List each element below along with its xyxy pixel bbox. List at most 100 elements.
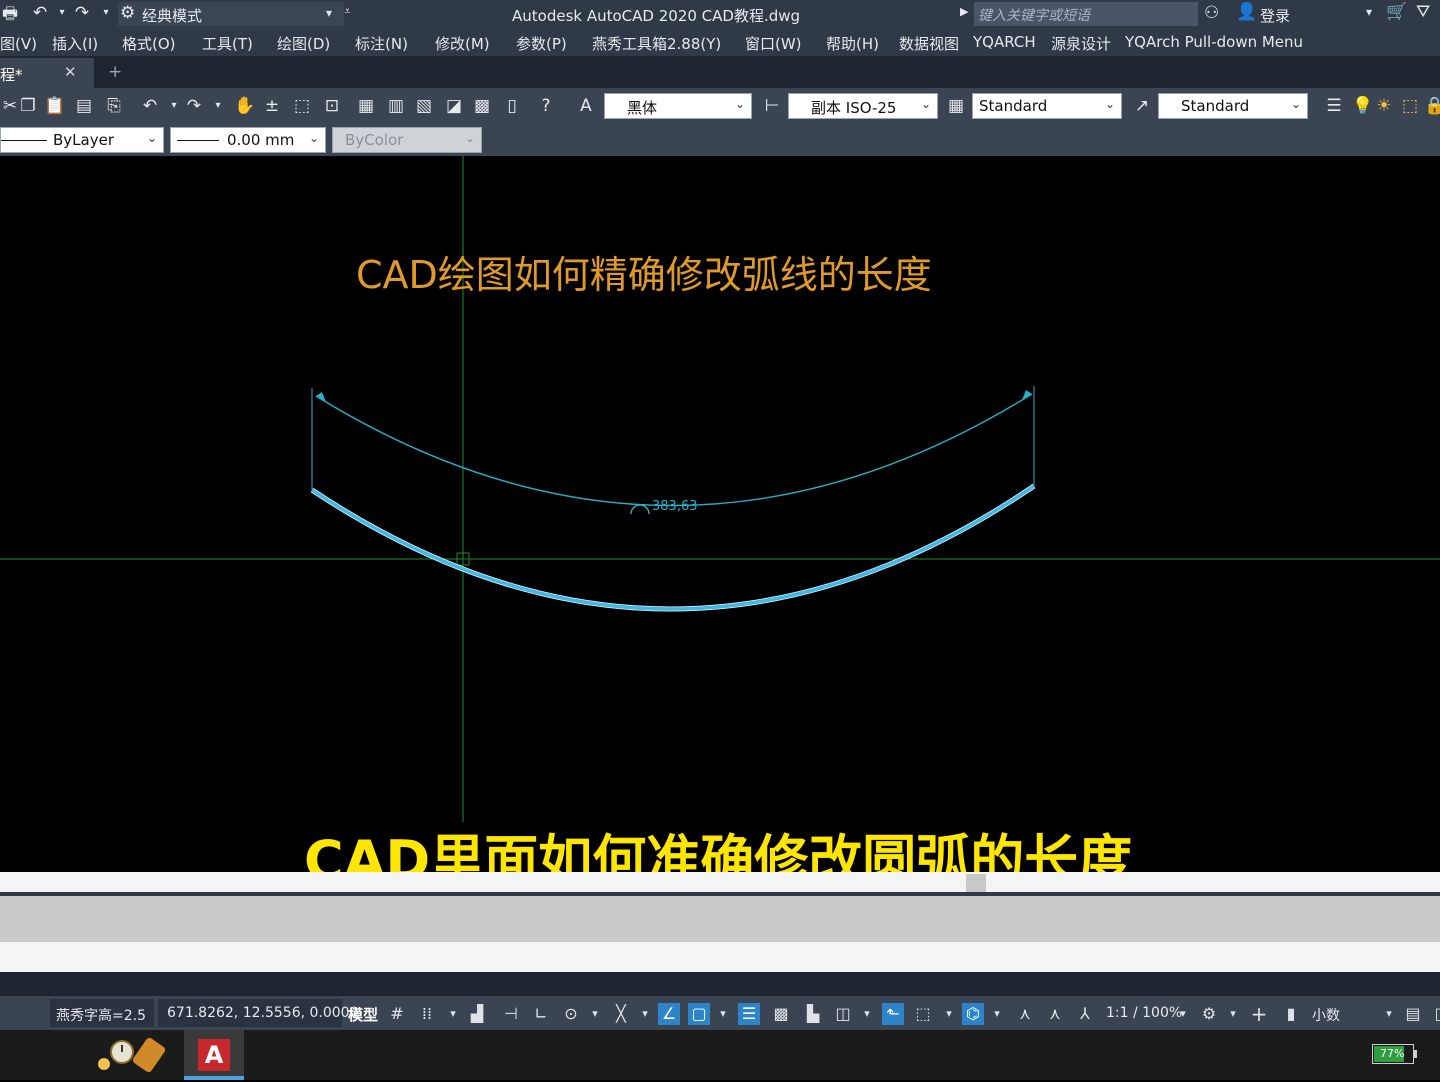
redo-dropdown-icon[interactable]: ▾ (208, 96, 228, 116)
snap-dropdown-icon[interactable]: ▾ (442, 1003, 464, 1025)
dynamic-ucs-icon[interactable]: ⬑ (882, 1003, 904, 1025)
menu-insert[interactable]: 插入(I) (52, 33, 98, 54)
coordinates-display[interactable]: 671.8262, 12.5556, 0.0000 (158, 999, 358, 1027)
lock-icon[interactable]: 🔒 (1424, 96, 1440, 116)
zoom-previous-icon[interactable]: ⊡ (322, 96, 342, 116)
redo-dropdown-icon[interactable]: ▾ (96, 3, 116, 23)
filter-dropdown-icon[interactable]: ▾ (938, 1003, 960, 1025)
osnap-dropdown-icon[interactable]: ▾ (712, 1003, 734, 1025)
annotation-scale-icon[interactable]: ⅄ (1074, 1003, 1096, 1025)
lineweight-toggle-icon[interactable]: ☰ (738, 1003, 760, 1025)
redo-icon[interactable]: ↷ (72, 3, 92, 23)
add-tab-button[interactable]: + (108, 62, 122, 82)
undo-icon[interactable]: ↶ (140, 96, 160, 116)
units-dropdown-icon[interactable]: ▾ (1378, 1003, 1400, 1025)
table-style-icon[interactable]: ▦ (946, 96, 966, 116)
autocad-taskbar-button[interactable]: A (184, 1030, 244, 1080)
help-icon[interactable]: ? (536, 96, 556, 116)
units-icon[interactable]: ▮ (1280, 1003, 1302, 1025)
command-input[interactable] (0, 896, 1440, 942)
3d-osnap-icon[interactable]: ◫ (832, 1003, 854, 1025)
multileader-style-select[interactable]: Standard ⌄ (1158, 93, 1308, 119)
sun-icon[interactable]: ☀ (1374, 96, 1394, 116)
user-icon[interactable]: 👤 (1236, 2, 1257, 22)
object-snap-icon[interactable]: ▢ (688, 1003, 710, 1025)
menu-yuanquan-design[interactable]: 源泉设计 (1051, 33, 1111, 54)
menu-yqarch-pulldown[interactable]: YQArch Pull-down Menu (1125, 33, 1303, 51)
customization-icon[interactable]: ▯ (1428, 1003, 1440, 1025)
menu-format[interactable]: 格式(O) (122, 33, 176, 54)
cleanup-app-icon[interactable] (84, 1034, 178, 1078)
customize-qat-icon[interactable]: ⩡ (344, 4, 351, 19)
selection-filter-icon[interactable]: ⬚ (912, 1003, 934, 1025)
3d-osnap-dropdown-icon[interactable]: ▾ (856, 1003, 878, 1025)
design-center-icon[interactable]: ▥ (386, 96, 406, 116)
auto-scale-icon[interactable]: ⋏ (1044, 1003, 1066, 1025)
annotation-monitor-icon[interactable]: + (1248, 1003, 1270, 1025)
menu-data-view[interactable]: 数据视图 (899, 33, 959, 54)
undo-dropdown-icon[interactable]: ▾ (164, 96, 184, 116)
binoculars-icon[interactable]: ⚇ (1204, 3, 1219, 23)
menu-view[interactable]: 图(V) (0, 33, 37, 54)
gizmo-icon[interactable]: ⌬ (962, 1003, 984, 1025)
dimension-style-icon[interactable]: ⊢ (762, 96, 782, 116)
menu-help[interactable]: 帮助(H) (826, 33, 879, 54)
login-link[interactable]: 登录 (1260, 5, 1290, 26)
calculator-icon[interactable]: ▯ (502, 96, 522, 116)
isodraft-dropdown-icon[interactable]: ▾ (634, 1003, 656, 1025)
snap-icon[interactable]: ⁞⁞ (416, 1003, 438, 1025)
infer-constraints-icon[interactable]: ▟ (466, 1003, 488, 1025)
scroll-thumb[interactable] (966, 874, 986, 892)
gizmo-dropdown-icon[interactable]: ▾ (986, 1003, 1008, 1025)
cart-icon[interactable]: 🛒 (1386, 2, 1407, 22)
quick-properties-icon[interactable]: ▤ (1402, 1003, 1424, 1025)
undo-dropdown-icon[interactable]: ▾ (52, 3, 72, 23)
scale-dropdown-icon[interactable]: ▾ (1172, 1003, 1194, 1025)
sheet-set-icon[interactable]: ◪ (444, 96, 464, 116)
tab-drawing[interactable]: 程* ✕ (0, 58, 94, 88)
dynamic-input-icon[interactable]: ⊣ (500, 1003, 522, 1025)
drawing-canvas[interactable]: 383,63 CAD绘图如何精确修改弧线的长度 CAD里面如何准确修改圆弧的长度 (0, 156, 1440, 892)
polar-tracking-icon[interactable]: ⊙ (560, 1003, 582, 1025)
undo-icon[interactable]: ↶ (30, 3, 50, 23)
selection-cycling-icon[interactable]: ▙ (802, 1003, 824, 1025)
paste-icon[interactable]: 📋 (44, 96, 65, 116)
text-height-field[interactable]: 燕秀字高=2.5 (50, 999, 154, 1027)
grid-icon[interactable]: # (386, 1003, 408, 1025)
zoom-realtime-icon[interactable]: ± (262, 96, 282, 116)
login-dropdown-icon[interactable]: ▾ (1366, 5, 1372, 19)
text-style-icon[interactable]: A (576, 96, 596, 116)
dimension-style-select[interactable]: 副本 ISO-25 ⌄ (788, 93, 938, 119)
annotation-visibility-icon[interactable]: ⋏ (1014, 1003, 1036, 1025)
menu-tools[interactable]: 工具(T) (202, 33, 253, 54)
cut-icon[interactable]: ✂ (0, 96, 20, 116)
caret-right-icon[interactable]: ▶ (960, 5, 968, 18)
markup-icon[interactable]: ▩ (472, 96, 492, 116)
units-value[interactable]: 小数 (1312, 1005, 1340, 1025)
block-editor-icon[interactable]: ⎘ (104, 96, 124, 116)
table-style-select[interactable]: Standard ⌄ (972, 93, 1122, 119)
object-snap-tracking-icon[interactable]: ∠ (658, 1003, 680, 1025)
battery-icon[interactable]: 77% (1372, 1044, 1414, 1064)
linetype-select[interactable]: ByLayer ⌄ (0, 127, 164, 153)
lineweight-select[interactable]: 0.00 mm ⌄ (170, 127, 326, 153)
match-properties-icon[interactable]: ▤ (74, 96, 94, 116)
menu-modify[interactable]: 修改(M) (435, 33, 490, 54)
polar-dropdown-icon[interactable]: ▾ (584, 1003, 606, 1025)
autodesk-a360-icon[interactable]: ⛛ (1416, 2, 1430, 22)
model-space-toggle[interactable]: 模型 (348, 1004, 378, 1025)
menu-yqarch[interactable]: YQARCH (973, 33, 1036, 51)
copy-icon[interactable]: ❐ (18, 96, 38, 116)
isodraft-icon[interactable]: ╳ (610, 1003, 632, 1025)
lightbulb-icon[interactable]: 💡 (1352, 96, 1373, 116)
ortho-icon[interactable]: ∟ (530, 1003, 552, 1025)
multileader-style-icon[interactable]: ↗ (1132, 96, 1152, 116)
zoom-window-icon[interactable]: ⬚ (292, 96, 312, 116)
menu-draw[interactable]: 绘图(D) (277, 33, 330, 54)
redo-icon[interactable]: ↷ (184, 96, 204, 116)
workspace-dropdown-icon[interactable]: ▾ (1222, 1003, 1244, 1025)
search-box[interactable]: 键入关键字或短语 (974, 2, 1198, 26)
freeze-viewport-icon[interactable]: ⬚ (1400, 96, 1420, 116)
menu-dimension[interactable]: 标注(N) (355, 33, 408, 54)
gear-icon[interactable]: ⚙ (1198, 1003, 1220, 1025)
